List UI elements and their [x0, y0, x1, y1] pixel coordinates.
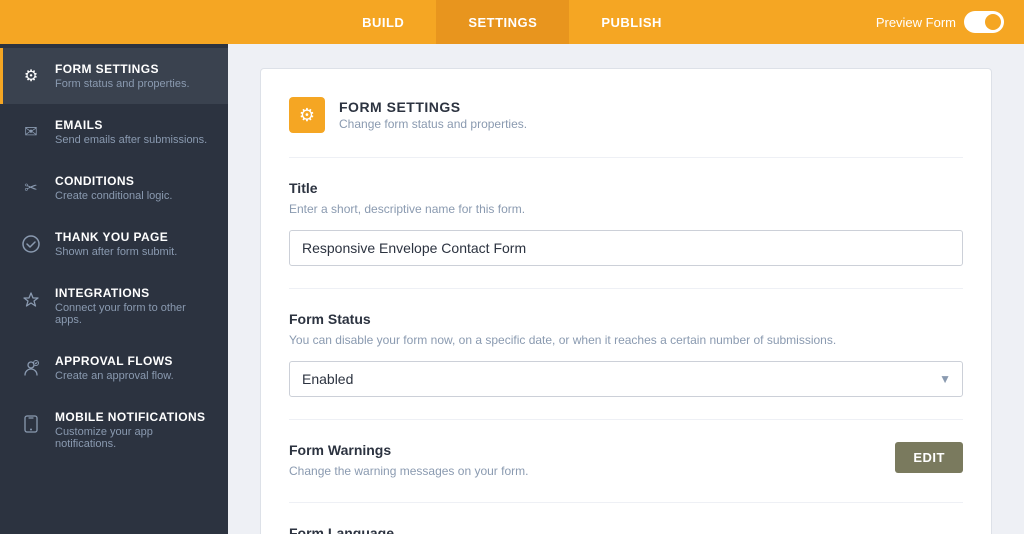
form-language-field-group: Form Language Please select the language… [289, 502, 963, 534]
title-label: Title [289, 180, 963, 196]
sidebar-sublabel-form-settings: Form status and properties. [55, 78, 190, 90]
sidebar-sublabel-conditions: Create conditional logic. [55, 190, 172, 202]
sidebar-label-emails: EMAILS [55, 118, 207, 132]
sidebar-item-mobile-notifications[interactable]: MOBILE NOTIFICATIONS Customize your app … [0, 396, 228, 464]
sidebar-label-integrations: INTEGRATIONS [55, 286, 212, 300]
form-settings-card: ⚙ FORM SETTINGS Change form status and p… [260, 68, 992, 534]
title-field-group: Title Enter a short, descriptive name fo… [289, 157, 963, 288]
sidebar-label-conditions: CONDITIONS [55, 174, 172, 188]
conditions-icon: ✂ [19, 176, 43, 200]
sidebar-sublabel-thank-you: Shown after form submit. [55, 246, 177, 258]
sidebar-label-form-settings: FORM SETTINGS [55, 62, 190, 76]
tab-settings[interactable]: SETTINGS [436, 0, 569, 44]
sidebar-item-conditions[interactable]: ✂ CONDITIONS Create conditional logic. [0, 160, 228, 216]
sidebar-sublabel-approval: Create an approval flow. [55, 370, 174, 382]
section-subtitle: Change form status and properties. [339, 117, 527, 131]
form-status-label: Form Status [289, 311, 963, 327]
title-desc: Enter a short, descriptive name for this… [289, 200, 963, 218]
warnings-row: Form Warnings Change the warning message… [289, 442, 963, 480]
mobile-icon [19, 412, 43, 436]
sidebar-label-mobile: MOBILE NOTIFICATIONS [55, 410, 212, 424]
form-status-select-wrap: Enabled Disabled Scheduled ▼ [289, 361, 963, 397]
edit-button[interactable]: EDIT [895, 442, 963, 473]
form-warnings-field-group: Form Warnings Change the warning message… [289, 419, 963, 502]
sidebar-item-integrations[interactable]: INTEGRATIONS Connect your form to other … [0, 272, 228, 340]
section-title: FORM SETTINGS [339, 99, 527, 115]
form-status-select[interactable]: Enabled Disabled Scheduled [289, 361, 963, 397]
tab-build[interactable]: BUILD [330, 0, 436, 44]
form-language-label: Form Language [289, 525, 963, 534]
title-input[interactable] [289, 230, 963, 266]
tab-publish[interactable]: PUBLISH [569, 0, 694, 44]
top-nav: BUILD SETTINGS PUBLISH Preview Form [0, 0, 1024, 44]
sidebar: ⚙ FORM SETTINGS Form status and properti… [0, 44, 228, 534]
checkmark-icon [19, 232, 43, 256]
sidebar-item-form-settings[interactable]: ⚙ FORM SETTINGS Form status and properti… [0, 48, 228, 104]
sidebar-label-thank-you: THANK YOU PAGE [55, 230, 177, 244]
sidebar-label-approval: APPROVAL FLOWS [55, 354, 174, 368]
nav-tabs: BUILD SETTINGS PUBLISH [330, 0, 694, 44]
sidebar-item-approval-flows[interactable]: APPROVAL FLOWS Create an approval flow. [0, 340, 228, 396]
section-header: ⚙ FORM SETTINGS Change form status and p… [289, 97, 963, 133]
form-status-desc: You can disable your form now, on a spec… [289, 331, 963, 349]
form-warnings-desc: Change the warning messages on your form… [289, 462, 528, 480]
approval-icon [19, 356, 43, 380]
sidebar-sublabel-mobile: Customize your app notifications. [55, 426, 212, 450]
form-status-field-group: Form Status You can disable your form no… [289, 288, 963, 419]
sidebar-sublabel-emails: Send emails after submissions. [55, 134, 207, 146]
sidebar-item-emails[interactable]: ✉ EMAILS Send emails after submissions. [0, 104, 228, 160]
email-icon: ✉ [19, 120, 43, 144]
layout: ⚙ FORM SETTINGS Form status and properti… [0, 44, 1024, 534]
gear-icon: ⚙ [19, 64, 43, 88]
preview-form-toggle-area: Preview Form [876, 11, 1004, 33]
integrations-icon [19, 288, 43, 312]
section-gear-icon: ⚙ [289, 97, 325, 133]
main-content: ⚙ FORM SETTINGS Change form status and p… [228, 44, 1024, 534]
sidebar-sublabel-integrations: Connect your form to other apps. [55, 302, 212, 326]
form-warnings-label: Form Warnings [289, 442, 528, 458]
sidebar-item-thank-you-page[interactable]: THANK YOU PAGE Shown after form submit. [0, 216, 228, 272]
preview-form-label: Preview Form [876, 15, 956, 30]
preview-form-toggle[interactable] [964, 11, 1004, 33]
